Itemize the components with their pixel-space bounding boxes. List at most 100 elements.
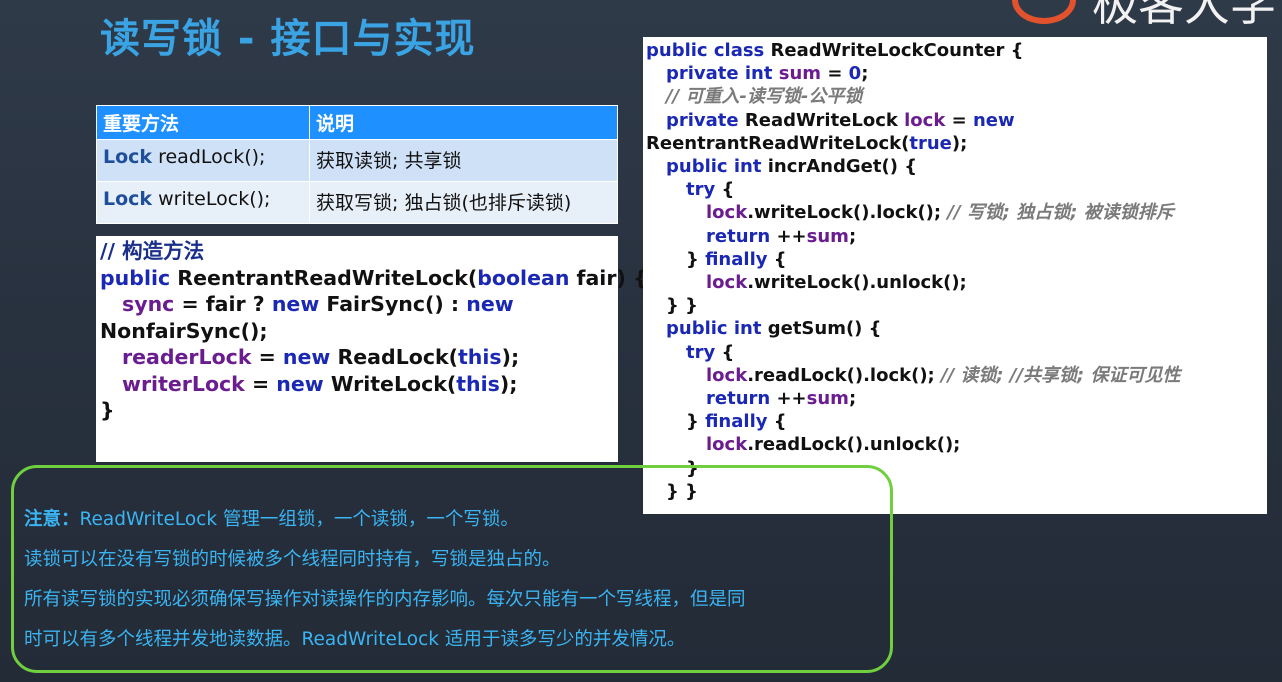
code-text: ReadWriteLock <box>738 109 905 131</box>
code-text: .writeLock().unlock(); <box>747 272 967 294</box>
code-keyword: this <box>456 371 500 396</box>
constructor-code-block: // 构造方法 public ReentrantReadWriteLock(bo… <box>96 236 648 462</box>
code-keyword: public int <box>666 318 762 340</box>
code-field: lock <box>904 109 946 131</box>
code-text: = fair ? <box>174 292 272 316</box>
code-text: ReadWriteLockCounter { <box>764 40 1024 61</box>
method-name: writeLock(); <box>152 188 271 210</box>
table-row: Lock readLock(); 获取读锁; 共享锁 <box>96 139 618 182</box>
code-keyword: new <box>271 292 320 316</box>
code-text: ); <box>951 132 968 154</box>
code-text: ReadLock( <box>330 345 458 369</box>
code-line: try { <box>646 341 1264 364</box>
type-keyword: Lock <box>103 146 153 168</box>
code-line: NonfairSync(); <box>100 318 268 343</box>
code-line: lock.readLock().unlock(); <box>646 433 1264 456</box>
header-description: 说明 <box>309 105 618 140</box>
code-text: ); <box>501 345 520 369</box>
code-text: WriteLock( <box>323 371 457 396</box>
note-box: 注意：ReadWriteLock 管理一组锁，一个读锁，一个写锁。 读锁可以在没… <box>11 465 893 673</box>
code-field: lock <box>706 272 748 294</box>
geek-university-logo: 极客大学 <box>1008 0 1282 36</box>
code-line: } finally { <box>646 248 1264 271</box>
code-text: { <box>715 341 735 363</box>
code-text: ; <box>861 63 869 85</box>
note-line: 读锁可以在没有写锁的时候被多个线程同时持有，写锁是独占的。 <box>24 549 561 570</box>
code-keyword: finally <box>705 411 768 433</box>
code-line: return ++sum; <box>646 387 1264 410</box>
code-line: readerLock = new ReadLock(this); <box>100 344 614 371</box>
code-line: writerLock = new WriteLock(this); <box>100 371 614 398</box>
note-line: 所有读写锁的实现必须确保写操作对读操作的内存影响。每次只能有一个写线程，但是同 <box>24 589 746 610</box>
note-text: ReadWriteLock 管理一组锁，一个读锁，一个写锁。 <box>79 509 519 530</box>
method-cell: Lock readLock(); <box>96 139 310 182</box>
methods-table: 重要方法 说明 Lock readLock(); 获取读锁; 共享锁 Lock … <box>96 105 618 224</box>
code-keyword: try <box>686 179 716 201</box>
code-keyword: finally <box>705 248 768 270</box>
code-line: public int getSum() { <box>646 317 1264 340</box>
description-cell: 获取读锁; 共享锁 <box>309 139 618 182</box>
code-keyword: public class <box>646 40 765 61</box>
code-field: sum <box>806 388 849 410</box>
code-keyword: return <box>706 388 771 410</box>
code-field: readerLock <box>122 345 252 369</box>
code-keyword: this <box>458 345 502 369</box>
code-line: lock.writeLock().lock(); // 写锁; 独占锁; 被读锁… <box>646 201 1264 224</box>
code-keyword: new <box>282 345 331 369</box>
code-text: .readLock().unlock(); <box>747 434 961 456</box>
code-line: return ++sum; <box>646 225 1264 248</box>
code-line: } } <box>666 295 698 317</box>
code-line: sync = fair ? new FairSync() : new <box>100 291 614 318</box>
code-text: = <box>945 109 973 131</box>
code-text: ; <box>848 388 857 410</box>
code-keyword: new <box>276 371 324 396</box>
code-line: lock.writeLock().unlock(); <box>646 271 1264 294</box>
counter-code-block: public class ReadWriteLockCounter { priv… <box>643 37 1267 514</box>
code-text: { <box>767 248 787 270</box>
note-line: 时可以有多个线程并发地读数据。ReadWriteLock 适用于读多写少的并发情… <box>24 629 686 650</box>
code-keyword: public int <box>666 156 762 178</box>
code-keyword: return <box>706 225 771 247</box>
code-keyword: public <box>100 265 178 290</box>
code-text: incrAndGet() { <box>761 156 918 178</box>
code-field: sum <box>806 225 849 247</box>
code-text: getSum() { <box>761 318 882 340</box>
code-line: } <box>100 398 115 422</box>
code-text: ); <box>499 371 518 396</box>
code-text: ReentrantReadWriteLock( <box>646 132 910 154</box>
code-text: { <box>767 411 787 433</box>
method-name: readLock(); <box>152 146 266 168</box>
code-line: try { <box>646 178 1264 201</box>
code-keyword: private int <box>666 63 773 85</box>
code-line: public ReentrantReadWriteLock(boolean fa… <box>100 265 648 292</box>
code-text: FairSync() : <box>319 292 467 316</box>
code-field: lock <box>706 202 748 224</box>
code-field: lock <box>706 434 748 456</box>
description-cell: 获取写锁; 独占锁(也排斥读锁) <box>309 181 618 224</box>
code-text: fair) { <box>569 265 648 290</box>
table-row: Lock writeLock(); 获取写锁; 独占锁(也排斥读锁) <box>96 181 618 224</box>
code-text: .writeLock().lock(); <box>747 202 948 224</box>
note-line: 注意：ReadWriteLock 管理一组锁，一个读锁，一个写锁。 <box>24 500 890 540</box>
note-label: 注意： <box>24 509 80 530</box>
code-field: lock <box>706 364 748 386</box>
code-comment: // 写锁; 独占锁; 被读锁排斥 <box>947 202 1174 224</box>
code-line: ReentrantReadWriteLock(true); <box>646 132 1264 155</box>
code-text: } <box>686 411 706 433</box>
code-text: .readLock().lock(); <box>747 364 942 386</box>
code-number: 0 <box>848 63 862 85</box>
code-field: sum <box>772 63 822 85</box>
logo-ring-icon <box>1012 0 1076 24</box>
code-line: lock.readLock().lock(); // 读锁; //共享锁; 保证… <box>646 364 1264 387</box>
code-text: ++ <box>770 388 807 410</box>
code-keyword: boolean <box>477 265 570 290</box>
method-cell: Lock writeLock(); <box>96 181 310 224</box>
code-keyword: new <box>466 292 514 316</box>
code-comment: // 读锁; //共享锁; 保证可见性 <box>941 364 1181 386</box>
code-keyword: private <box>666 109 739 131</box>
slide-title: 读写锁 - 接口与实现 <box>100 16 476 62</box>
code-line: private ReadWriteLock lock = new <box>646 109 1264 132</box>
code-keyword: new <box>972 109 1015 131</box>
code-text: { <box>715 179 735 201</box>
code-text: ++ <box>770 225 807 247</box>
